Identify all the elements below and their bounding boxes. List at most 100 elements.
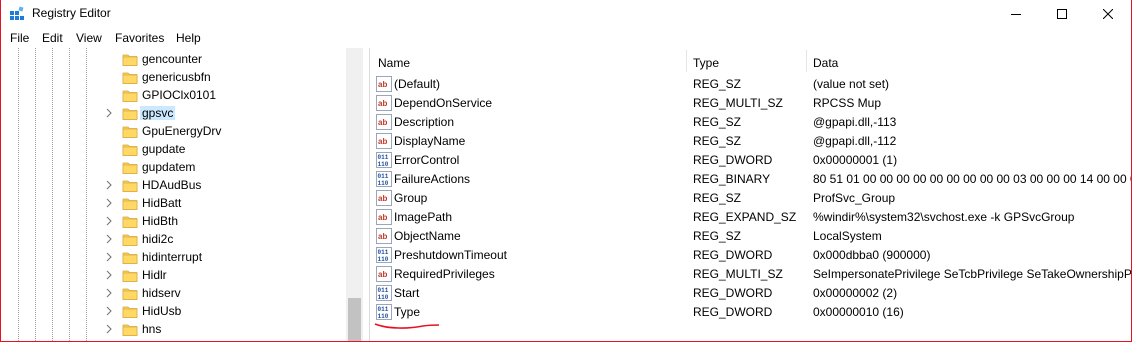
tree-item[interactable]: gupdatem	[1, 158, 346, 176]
string-value-icon: ab	[376, 228, 392, 244]
value-data: 80 51 01 00 00 00 00 00 00 00 00 00 03 0…	[813, 172, 1131, 186]
value-name: RequiredPrivileges	[394, 267, 495, 281]
maximize-button[interactable]	[1039, 0, 1085, 28]
svg-text:110: 110	[378, 313, 389, 320]
value-data: @gpapi.dll,-112	[813, 134, 897, 148]
chevron-right-icon[interactable]	[104, 179, 114, 191]
value-type: REG_SZ	[693, 134, 742, 148]
tree-item[interactable]: HidUsb	[1, 302, 346, 320]
chevron-right-icon[interactable]	[104, 197, 114, 209]
svg-text:110: 110	[378, 256, 389, 263]
svg-text:011: 011	[378, 249, 389, 256]
tree-item-label: genericusbfn	[142, 70, 211, 84]
folder-icon	[122, 69, 138, 85]
tree-scrollbar[interactable]	[346, 48, 363, 341]
menu-favorites[interactable]: Favorites	[115, 31, 164, 45]
value-data: LocalSystem	[813, 229, 882, 243]
tree-item[interactable]: HidBth	[1, 212, 346, 230]
tree-item[interactable]: genericusbfn	[1, 68, 346, 86]
svg-text:ab: ab	[378, 80, 387, 89]
value-row[interactable]: 011 110 Start REG_DWORD 0x00000002 (2)	[370, 284, 1131, 303]
registry-editor-app-icon	[10, 6, 24, 20]
value-data: 0x00000002 (2)	[813, 286, 898, 300]
value-data: ProfSvc_Group	[813, 191, 896, 205]
folder-icon	[122, 51, 138, 67]
tree-item-label: HidBth	[142, 214, 179, 228]
tree-item[interactable]: gencounter	[1, 50, 346, 68]
folder-icon	[122, 321, 138, 337]
tree-item[interactable]: hidserv	[1, 284, 346, 302]
tree-item[interactable]: hidi2c	[1, 230, 346, 248]
string-value-icon: ab	[376, 114, 392, 130]
tree-item[interactable]: hns	[1, 320, 346, 338]
menu-bar: File Edit View Favorites Help	[1, 28, 1131, 48]
value-row[interactable]: ab ImagePath REG_EXPAND_SZ %windir%\system3…	[370, 208, 1131, 227]
tree-item[interactable]: GPIOClx0101	[1, 86, 346, 104]
tree-item-label: HidBatt	[142, 196, 182, 210]
folder-icon	[122, 231, 138, 247]
chevron-right-icon[interactable]	[104, 287, 114, 299]
chevron-right-icon[interactable]	[104, 233, 114, 245]
tree-item[interactable]: GpuEnergyDrv	[1, 122, 346, 140]
value-data: @gpapi.dll,-113	[813, 115, 897, 129]
value-row[interactable]: ab DisplayName REG_SZ @gpapi.dll,-112	[370, 132, 1131, 151]
svg-text:011: 011	[378, 287, 389, 294]
value-row[interactable]: ab Description REG_SZ @gpapi.dll,-113	[370, 113, 1131, 132]
value-row[interactable]: ab DependOnService REG_MULTI_SZ RPCSS Mup	[370, 94, 1131, 113]
chevron-right-icon[interactable]	[104, 269, 114, 281]
tree-item-label: gencounter	[142, 52, 203, 66]
tree-item[interactable]: HidBatt	[1, 194, 346, 212]
chevron-right-icon[interactable]	[104, 215, 114, 227]
column-header-name[interactable]: Name	[378, 56, 410, 70]
svg-text:ab: ab	[378, 137, 387, 146]
value-row[interactable]: 011 110 ErrorControl REG_DWORD 0x00000001 (1…	[370, 151, 1131, 170]
close-button[interactable]	[1085, 0, 1131, 28]
menu-view[interactable]: View	[76, 31, 102, 45]
folder-icon	[122, 87, 138, 103]
red-underline-mark	[374, 323, 440, 329]
menu-file[interactable]: File	[10, 31, 29, 45]
column-divider[interactable]	[806, 50, 807, 72]
tree-item[interactable]: gupdate	[1, 140, 346, 158]
value-data: SeImpersonatePrivilege SeTcbPrivilege Se…	[813, 267, 1132, 281]
tree-item[interactable]: Hidlr	[1, 266, 346, 284]
registry-key-tree[interactable]: gencounter genericusbfn GPIOClx0101 gpsvc Gp…	[1, 48, 363, 341]
column-header-type[interactable]: Type	[693, 56, 719, 70]
folder-icon	[122, 267, 138, 283]
value-row[interactable]: 011 110 PreshutdownTimeout REG_DWORD 0x000db…	[370, 246, 1131, 265]
tree-item[interactable]: hidinterrupt	[1, 248, 346, 266]
folder-icon	[122, 177, 138, 193]
value-data: 0x000dbba0 (900000)	[813, 248, 931, 262]
value-type: REG_SZ	[693, 229, 742, 243]
value-row[interactable]: ab ObjectName REG_SZ LocalSystem	[370, 227, 1131, 246]
chevron-right-icon[interactable]	[104, 107, 114, 119]
folder-icon	[122, 213, 138, 229]
string-value-icon: ab	[376, 190, 392, 206]
tree-item[interactable]: HDAudBus	[1, 176, 346, 194]
column-divider[interactable]	[686, 50, 687, 72]
tree-item[interactable]: gpsvc	[1, 104, 346, 122]
minimize-button[interactable]	[993, 0, 1039, 28]
value-row[interactable]: 011 110 Type REG_DWORD 0x00000010 (16)	[370, 303, 1131, 322]
column-header-data[interactable]: Data	[813, 56, 838, 70]
svg-text:ab: ab	[378, 194, 387, 203]
menu-help[interactable]: Help	[176, 31, 201, 45]
chevron-right-icon[interactable]	[104, 323, 114, 335]
value-row[interactable]: ab (Default) REG_SZ (value not set)	[370, 75, 1131, 94]
registry-values-list[interactable]: Name Type Data ab (Default) REG_SZ (value n…	[369, 48, 1132, 341]
value-name: Description	[394, 115, 455, 129]
chevron-right-icon[interactable]	[104, 251, 114, 263]
value-type: REG_DWORD	[693, 286, 773, 300]
chevron-right-icon[interactable]	[104, 305, 114, 317]
folder-icon	[122, 159, 138, 175]
tree-scrollbar-thumb[interactable]	[348, 298, 361, 341]
minimize-icon	[1011, 14, 1021, 15]
value-row[interactable]: 011 110 FailureActions REG_BINARY 80 51 01 0…	[370, 170, 1131, 189]
menu-edit[interactable]: Edit	[42, 31, 63, 45]
value-name: ErrorControl	[394, 153, 460, 167]
title-bar[interactable]: Registry Editor	[1, 0, 1131, 28]
value-data: 0x00000010 (16)	[813, 305, 904, 319]
value-row[interactable]: ab Group REG_SZ ProfSvc_Group	[370, 189, 1131, 208]
value-row[interactable]: ab RequiredPrivileges REG_MULTI_SZ SeImpers…	[370, 265, 1132, 284]
string-value-icon: ab	[376, 133, 392, 149]
